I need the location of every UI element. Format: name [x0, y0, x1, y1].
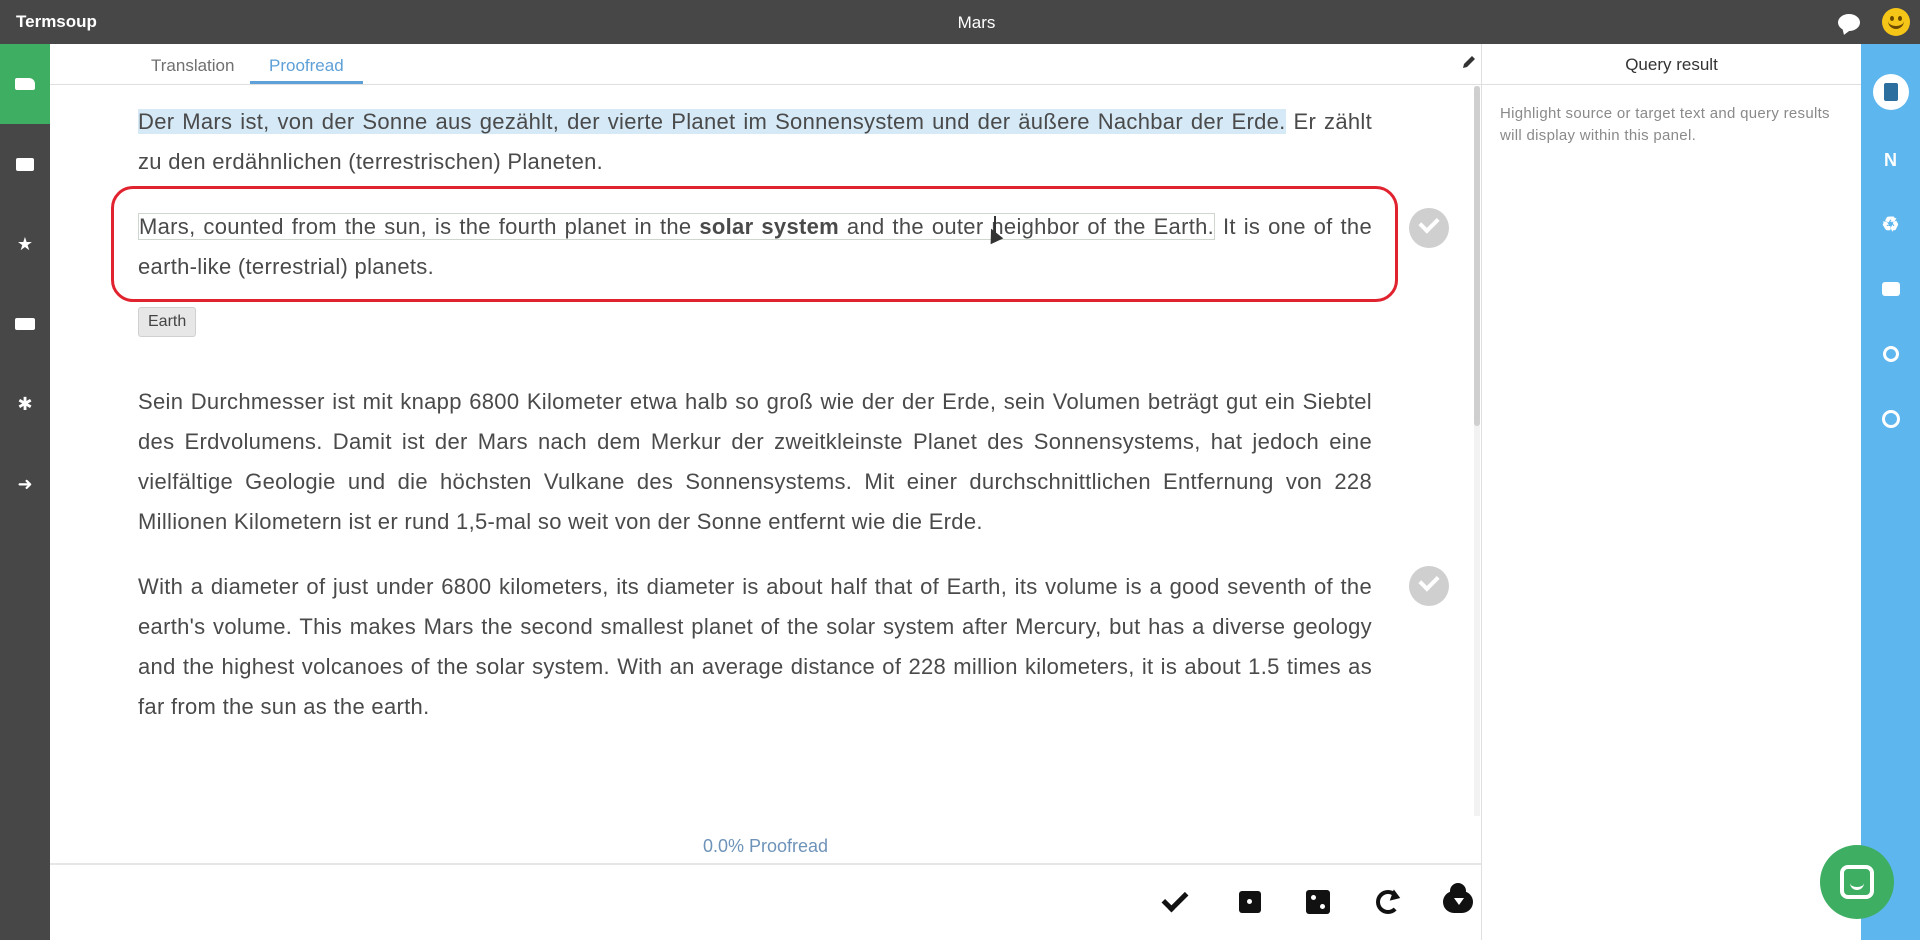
user-avatar-icon[interactable]: [1882, 8, 1910, 36]
query-result-title: Query result: [1482, 44, 1861, 85]
checkmark-icon[interactable]: [1160, 885, 1190, 917]
folder-icon[interactable]: [0, 44, 50, 124]
term-solar-system[interactable]: solar system: [699, 214, 839, 239]
tab-bar: Translation Proofread: [50, 44, 1515, 85]
source-segment-1[interactable]: Der Mars ist, von der Sonne aus gezählt,…: [138, 102, 1372, 182]
document-icon[interactable]: [1861, 72, 1920, 112]
confirm-segment-2-check-icon[interactable]: [1409, 566, 1449, 606]
document-title: Mars: [957, 13, 996, 32]
query-result-hint: Highlight source or target text and quer…: [1500, 105, 1830, 144]
source-segment-2[interactable]: Sein Durchmesser ist mit knapp 6800 Kilo…: [138, 382, 1372, 542]
cloud-download-icon[interactable]: [1443, 883, 1473, 917]
chat-bubble-icon: [1840, 865, 1874, 899]
target-segment-1[interactable]: Mars, counted from the sun, is the fourt…: [138, 207, 1372, 287]
comment-icon[interactable]: [1861, 269, 1920, 309]
n-icon[interactable]: N: [1861, 140, 1920, 180]
left-sidebar: ★ ✱ ➜: [0, 44, 50, 940]
pencil-icon[interactable]: [1461, 54, 1477, 70]
right-toolbar: N ♻: [1861, 44, 1920, 940]
progress-label: 0.0% Proofread: [702, 836, 829, 856]
search-icon[interactable]: [1861, 334, 1920, 374]
chat-button[interactable]: [1820, 845, 1894, 919]
store-icon[interactable]: [0, 284, 50, 364]
target-sentence-box[interactable]: Mars, counted from the sun, is the fourt…: [138, 213, 1216, 240]
chat-icon[interactable]: [1838, 13, 1860, 31]
bottom-toolbar: [50, 863, 1481, 940]
active-tab-indicator: [250, 81, 363, 84]
tab-proofread[interactable]: Proofread: [269, 56, 344, 76]
top-bar: Termsoup Mars: [0, 0, 1920, 44]
scrollbar-thumb[interactable]: [1474, 86, 1480, 426]
redo-icon[interactable]: [1373, 887, 1403, 917]
confirm-segment-1-check-icon[interactable]: [1409, 208, 1449, 248]
query-result-panel: Query result Highlight source or target …: [1481, 44, 1861, 940]
target-segment-2[interactable]: With a diameter of just under 6800 kilom…: [138, 567, 1372, 727]
sign-out-icon[interactable]: ➜: [0, 444, 50, 524]
gear-icon[interactable]: ✱: [0, 364, 50, 444]
star-icon[interactable]: ★: [0, 204, 50, 284]
film-icon[interactable]: [0, 124, 50, 204]
recycle-icon[interactable]: ♻: [1861, 204, 1920, 244]
history-icon[interactable]: [1861, 399, 1920, 439]
term-tag[interactable]: Earth: [138, 307, 197, 337]
top-icons: [1838, 8, 1910, 36]
source-highlight: Der Mars ist, von der Sonne aus gezählt,…: [138, 109, 1286, 134]
tab-translation[interactable]: Translation: [151, 56, 234, 76]
dice-one-icon[interactable]: [1235, 887, 1265, 917]
dice-two-icon[interactable]: [1303, 887, 1333, 917]
